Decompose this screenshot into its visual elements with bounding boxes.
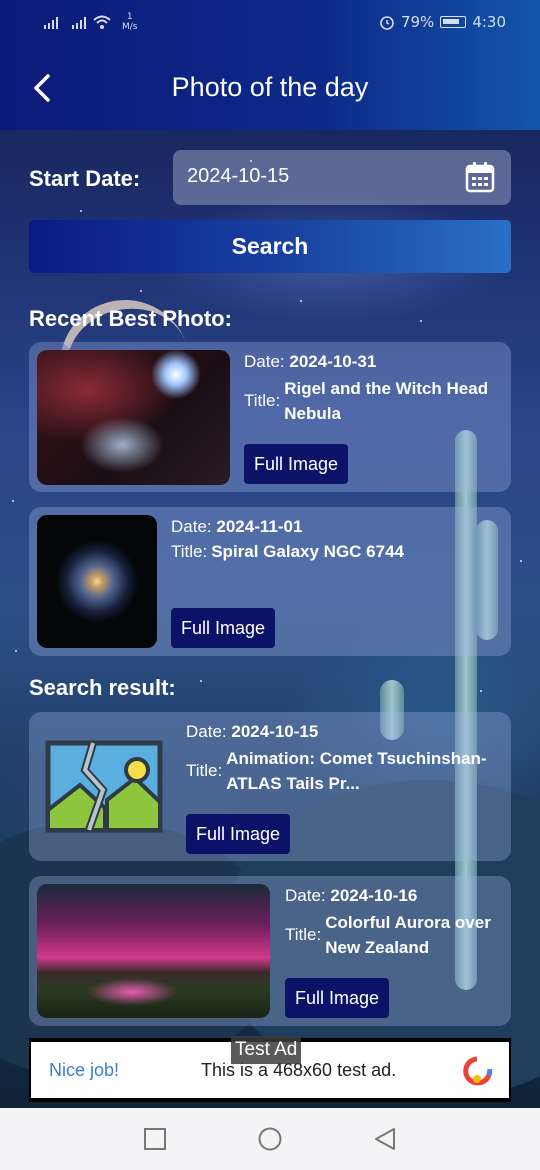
start-date-value: 2024-10-15	[187, 165, 290, 187]
alarm-icon	[380, 16, 394, 30]
signal-icon	[72, 15, 86, 29]
title-label: Title:	[171, 541, 208, 561]
search-button[interactable]: Search	[29, 220, 511, 273]
star-decoration	[520, 560, 522, 562]
search-result-title: Search result:	[29, 675, 176, 700]
title-line: Title: Spiral Galaxy NGC 6744	[171, 539, 501, 564]
system-nav-bar	[0, 1108, 540, 1170]
star-decoration	[420, 320, 422, 322]
star-decoration	[12, 500, 14, 502]
start-date-label: Start Date:	[29, 166, 141, 191]
start-date-field[interactable]: 2024-10-15	[173, 150, 511, 205]
date-label: Date:	[171, 517, 212, 536]
full-image-button[interactable]: Full Image	[186, 814, 291, 854]
date-value: 2024-10-31	[289, 352, 377, 371]
title-label: Title:	[186, 761, 223, 780]
star-decoration	[300, 300, 302, 302]
title-line: Title: Colorful Aurora over New Zealand	[285, 910, 505, 960]
signal-icon	[44, 15, 58, 29]
test-ad-badge: Test Ad	[231, 1036, 302, 1064]
wifi-icon	[93, 15, 111, 29]
photo-card-result-2: Date: 2024-10-16 Title: Colorful Aurora …	[29, 876, 511, 1026]
date-value: 2024-10-16	[330, 886, 418, 905]
date-line: Date: 2024-10-15	[186, 722, 318, 742]
full-image-button[interactable]: Full Image	[285, 978, 390, 1018]
date-label: Date:	[186, 722, 227, 741]
date-label: Date:	[244, 352, 285, 371]
star-decoration	[80, 210, 82, 212]
date-value: 2024-11-01	[216, 517, 303, 536]
title-line: Title: Rigel and the Witch Head Nebula	[244, 376, 504, 426]
aurora-thumbnail[interactable]	[37, 884, 270, 1018]
date-label: Date:	[285, 886, 326, 905]
title-label: Title:	[244, 391, 281, 410]
date-line: Date: 2024-10-31	[244, 352, 376, 372]
title-line: Title: Animation: Comet Tsuchinshan-ATLA…	[186, 746, 504, 796]
network-speed: 1 M/s	[122, 12, 138, 32]
back-nav-icon[interactable]	[372, 1126, 398, 1152]
star-decoration	[200, 680, 202, 682]
home-icon[interactable]	[257, 1126, 283, 1152]
clock: 4:30	[472, 13, 506, 31]
full-image-button[interactable]: Full Image	[171, 608, 276, 648]
photo-card-result-1: Date: 2024-10-15 Title: Animation: Comet…	[29, 712, 511, 861]
image-placeholder-icon[interactable]	[45, 740, 163, 833]
network-speed-value: 1	[126, 12, 133, 22]
star-decoration	[480, 690, 482, 692]
ad-logo-icon[interactable]	[461, 1055, 493, 1087]
battery-icon	[440, 16, 467, 28]
page-title: Photo of the day	[171, 72, 369, 102]
recent-section-title: Recent Best Photo:	[29, 306, 232, 331]
network-speed-unit: M/s	[122, 22, 138, 32]
date-line: Date: 2024-11-01	[171, 517, 302, 537]
title-value: Colorful Aurora over New Zealand	[325, 913, 491, 957]
witch-head-nebula-thumbnail[interactable]	[37, 350, 230, 485]
status-bar: 1 M/s 79% 4:30	[0, 0, 540, 46]
app-bar: Photo of the day	[0, 46, 540, 130]
title-label: Title:	[285, 925, 322, 944]
photo-card-recent-1: Date: 2024-10-31 Title: Rigel and the Wi…	[29, 342, 511, 492]
star-decoration	[140, 290, 142, 292]
date-value: 2024-10-15	[231, 722, 319, 741]
date-line: Date: 2024-10-16	[285, 886, 417, 906]
spiral-galaxy-thumbnail[interactable]	[37, 515, 157, 648]
battery-percent: 79%	[400, 13, 435, 31]
ad-headline[interactable]: Nice job!	[49, 1060, 119, 1081]
title-value: Rigel and the Witch Head Nebula	[284, 379, 489, 423]
calendar-icon[interactable]	[465, 161, 495, 193]
title-value: Animation: Comet Tsuchinshan-ATLAS Tails…	[226, 749, 487, 793]
full-image-button[interactable]: Full Image	[244, 444, 349, 484]
recent-apps-icon[interactable]	[142, 1126, 168, 1152]
title-value: Spiral Galaxy NGC 6744	[211, 542, 404, 561]
star-decoration	[15, 650, 17, 652]
photo-card-recent-2: Date: 2024-11-01 Title: Spiral Galaxy NG…	[29, 507, 511, 656]
